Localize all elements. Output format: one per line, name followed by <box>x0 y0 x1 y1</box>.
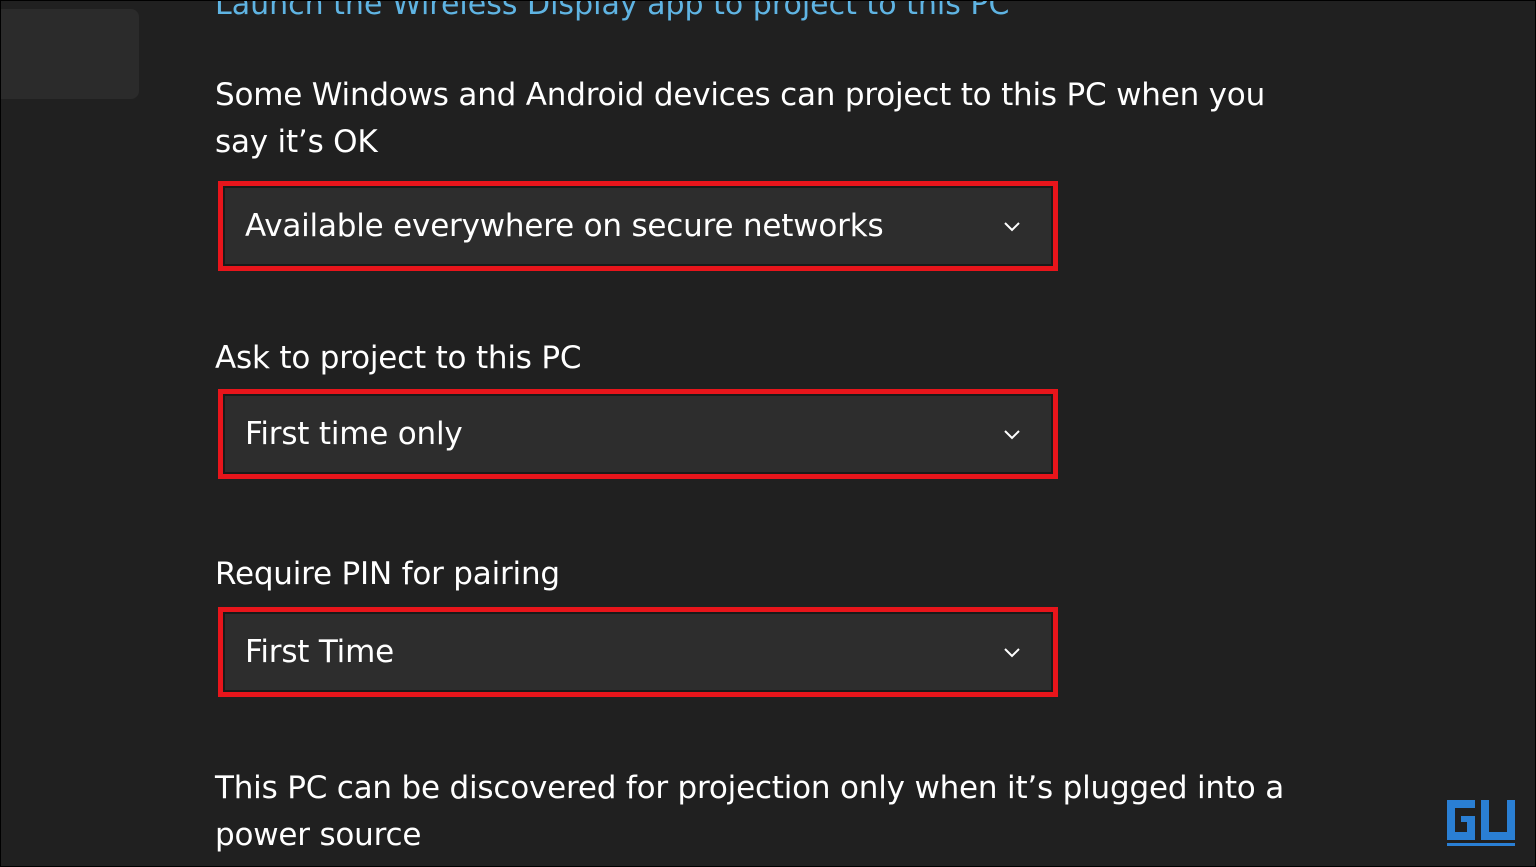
wireless-display-link[interactable]: Launch the Wireless Display app to proje… <box>215 1 1009 22</box>
chevron-down-icon <box>1004 430 1020 440</box>
availability-dropdown[interactable]: Available everywhere on secure networks <box>223 186 1053 266</box>
require-pin-label: Require PIN for pairing <box>215 556 560 592</box>
sidebar-selected-item[interactable] <box>1 9 139 99</box>
availability-description: Some Windows and Android devices can pro… <box>215 77 1266 160</box>
availability-highlight: Available everywhere on secure networks <box>218 181 1058 271</box>
settings-window: Launch the Wireless Display app to proje… <box>0 0 1536 867</box>
require-pin-dropdown[interactable]: First Time <box>223 612 1053 692</box>
chevron-down-icon <box>1004 648 1020 658</box>
ask-to-project-label: Ask to project to this PC <box>215 340 582 376</box>
ask-to-project-dropdown[interactable]: First time only <box>223 394 1053 474</box>
gadgets-to-use-logo <box>1447 800 1515 846</box>
power-source-note: This PC can be discovered for projection… <box>215 770 1284 853</box>
require-pin-dropdown-value: First Time <box>245 634 394 670</box>
chevron-down-icon <box>1004 222 1020 232</box>
require-pin-highlight: First Time <box>218 607 1058 697</box>
ask-to-project-highlight: First time only <box>218 389 1058 479</box>
availability-dropdown-value: Available everywhere on secure networks <box>245 208 884 244</box>
ask-to-project-dropdown-value: First time only <box>245 416 463 452</box>
